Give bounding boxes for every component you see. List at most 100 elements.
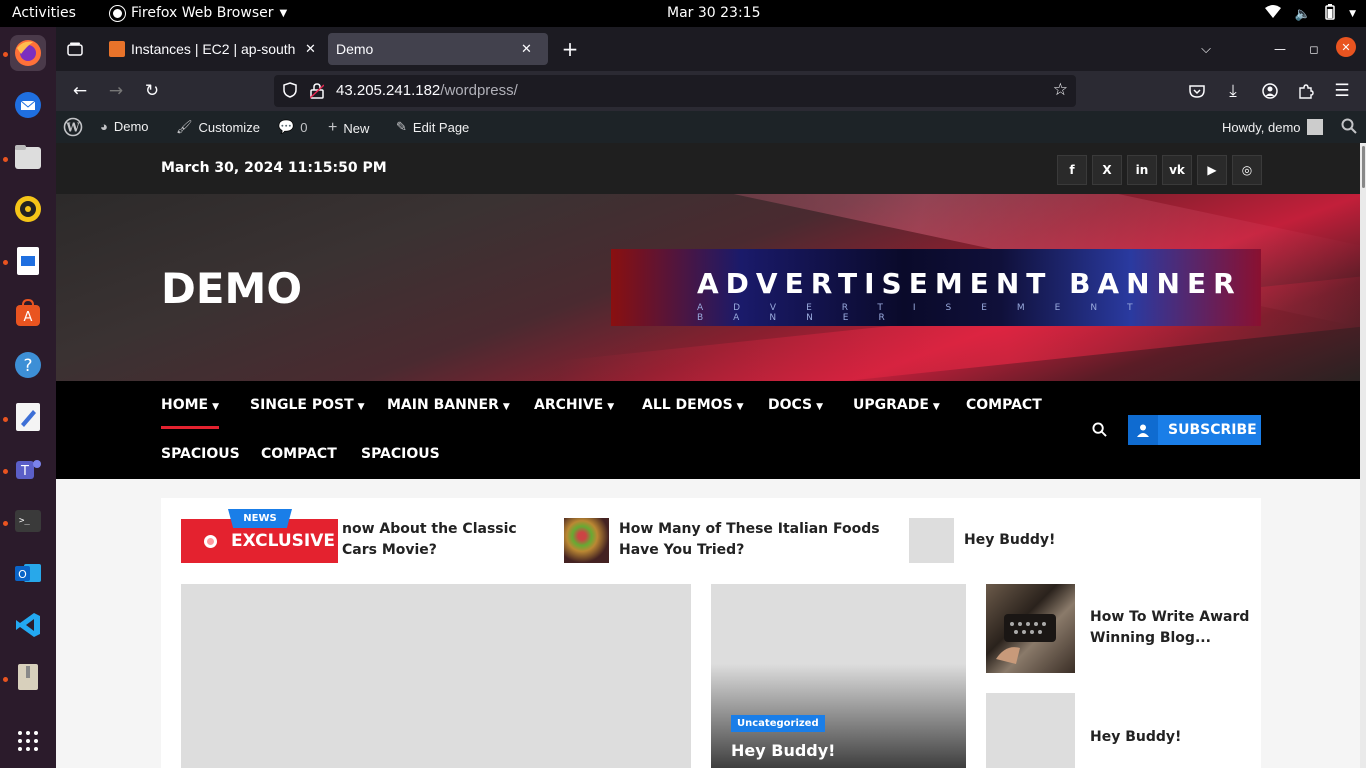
side-post-title[interactable]: Hey Buddy! — [1090, 727, 1181, 748]
system-tray[interactable]: 🔈 ▼ — [1264, 4, 1356, 24]
text-editor-icon[interactable] — [10, 399, 46, 435]
svg-text:?: ? — [23, 356, 32, 376]
minimize-icon[interactable]: — — [1268, 37, 1292, 61]
tab-instances[interactable]: Instances | EC2 | ap-south ✕ — [101, 33, 321, 65]
rhythmbox-icon[interactable] — [10, 191, 46, 227]
nav-upgrade[interactable]: UPGRADE ▼ — [853, 397, 940, 413]
ticker-item[interactable]: Hey Buddy! — [964, 530, 1055, 551]
firefox-view-icon[interactable] — [63, 37, 87, 61]
reload-icon[interactable]: ↻ — [140, 79, 164, 103]
firefox-icon[interactable] — [10, 35, 46, 71]
wp-comments-link[interactable]: 💬 0 — [278, 119, 307, 135]
help-icon[interactable]: ? — [10, 347, 46, 383]
nav-docs[interactable]: DOCS ▼ — [768, 397, 823, 413]
wp-new-label: New — [343, 120, 370, 136]
subscribe-button[interactable]: SUBSCRIBE — [1128, 415, 1261, 445]
wp-site-link[interactable]: ◕ Demo — [100, 119, 149, 134]
downloads-icon[interactable]: ⤓ — [1221, 79, 1245, 103]
ticker-thumbnail[interactable] — [564, 518, 609, 563]
main-slider-image[interactable] — [181, 584, 691, 768]
url-bar[interactable]: 43.205.241.182/wordpress/ ☆ — [274, 75, 1076, 107]
ticker-thumbnail[interactable] — [909, 518, 954, 563]
wp-customize-link[interactable]: 🖌 Customize — [176, 119, 260, 135]
scrollbar-thumb[interactable] — [1362, 146, 1365, 188]
wp-new-link[interactable]: + New — [328, 119, 369, 137]
wp-admin-bar: W ◕ Demo 🖌 Customize 💬 0 + New ✎ Edit Pa… — [56, 111, 1366, 143]
files-icon[interactable] — [10, 139, 46, 175]
activities-button[interactable]: Activities — [12, 5, 76, 21]
x-twitter-icon[interactable]: X — [1092, 155, 1122, 185]
extensions-icon[interactable] — [1294, 79, 1318, 103]
app-center-icon[interactable]: A — [10, 295, 46, 331]
active-nav-indicator — [161, 426, 219, 429]
close-window-icon[interactable]: ✕ — [1336, 37, 1356, 57]
power-menu-icon: ▼ — [1349, 9, 1356, 19]
nav-main-banner[interactable]: MAIN BANNER ▼ — [387, 397, 510, 413]
nav-compact[interactable]: COMPACT — [966, 397, 1042, 413]
archive-icon[interactable] — [10, 659, 46, 695]
show-apps-icon[interactable] — [10, 723, 46, 759]
terminal-icon[interactable]: >_ — [10, 503, 46, 539]
nav-label: DOCS — [768, 397, 813, 413]
close-icon[interactable]: ✕ — [305, 41, 316, 57]
tab-demo[interactable]: Demo ✕ — [328, 33, 548, 65]
url-text: 43.205.241.182/wordpress/ — [336, 82, 518, 99]
wp-account-menu[interactable]: Howdy, demo — [1222, 119, 1323, 135]
svg-text:W: W — [65, 121, 80, 135]
featured-post-card[interactable]: Uncategorized Hey Buddy! — [711, 584, 966, 768]
app-menu[interactable]: Firefox Web Browser ▼ — [110, 5, 287, 21]
nav-archive[interactable]: ARCHIVE ▼ — [534, 397, 614, 413]
url-path: /wordpress/ — [440, 82, 518, 99]
side-post-thumbnail[interactable] — [986, 693, 1075, 768]
maximize-icon[interactable]: ◻ — [1302, 37, 1326, 61]
account-icon[interactable] — [1258, 79, 1282, 103]
facebook-icon[interactable]: f — [1057, 155, 1087, 185]
wifi-icon — [1264, 5, 1281, 23]
nav-single-post[interactable]: SINGLE POST ▼ — [250, 397, 365, 413]
clock[interactable]: Mar 30 23:15 — [667, 5, 760, 21]
menu-icon[interactable]: ☰ — [1330, 79, 1354, 103]
back-icon[interactable]: ← — [68, 79, 92, 103]
category-badge[interactable]: Uncategorized — [731, 715, 825, 732]
shield-icon — [283, 82, 297, 102]
nav-spacious-2[interactable]: SPACIOUS — [361, 446, 440, 462]
new-tab-icon[interactable]: + — [558, 37, 582, 61]
tab-label: Instances | EC2 | ap-south — [131, 41, 296, 57]
ticker-item[interactable]: How Many of These Italian Foods Have You… — [619, 519, 889, 561]
youtube-icon[interactable]: ▶ — [1197, 155, 1227, 185]
nav-home[interactable]: HOME ▼ — [161, 397, 219, 413]
wp-edit-page-link[interactable]: ✎ Edit Page — [396, 119, 469, 135]
wp-site-label: Demo — [113, 119, 149, 134]
wp-customize-label: Customize — [198, 119, 260, 135]
vk-icon[interactable]: vk — [1162, 155, 1192, 185]
page-scrollbar[interactable] — [1360, 143, 1366, 768]
linkedin-icon[interactable]: in — [1127, 155, 1157, 185]
instagram-icon[interactable]: ◎ — [1232, 155, 1262, 185]
ticker-item[interactable]: now About the Classic Cars Movie? — [342, 519, 542, 561]
close-icon[interactable]: ✕ — [521, 41, 532, 57]
nav-compact-2[interactable]: COMPACT — [261, 446, 337, 462]
advertisement-banner[interactable]: ADVERTISEMENT BANNER ADVERTISEMENT BANNE… — [611, 249, 1261, 326]
featured-post-title[interactable]: Hey Buddy! — [731, 741, 835, 760]
teams-icon[interactable]: T — [10, 451, 46, 487]
list-all-tabs-icon[interactable]: ⌵ — [1194, 37, 1218, 61]
running-indicator — [3, 469, 8, 474]
side-post-title[interactable]: How To Write Award Winning Blog... — [1090, 607, 1250, 649]
chevron-down-icon: ▼ — [279, 7, 288, 19]
nav-all-demos[interactable]: ALL DEMOS ▼ — [642, 397, 744, 413]
nav-spacious[interactable]: SPACIOUS — [161, 446, 240, 462]
pocket-icon[interactable] — [1185, 79, 1209, 103]
writer-icon[interactable] — [10, 243, 46, 279]
thunderbird-icon[interactable] — [10, 87, 46, 123]
outlook-icon[interactable]: O — [10, 555, 46, 591]
search-icon[interactable] — [1092, 422, 1107, 441]
forward-icon[interactable]: → — [104, 79, 128, 103]
search-icon[interactable] — [1341, 118, 1357, 134]
vscode-icon[interactable] — [10, 607, 46, 643]
side-post-thumbnail[interactable] — [986, 584, 1075, 673]
running-indicator — [3, 677, 8, 682]
chevron-down-icon: ▼ — [357, 402, 365, 412]
site-title[interactable]: DEMO — [161, 264, 302, 313]
wordpress-logo-icon[interactable]: W — [63, 117, 83, 137]
bookmark-star-icon[interactable]: ☆ — [1053, 80, 1068, 100]
